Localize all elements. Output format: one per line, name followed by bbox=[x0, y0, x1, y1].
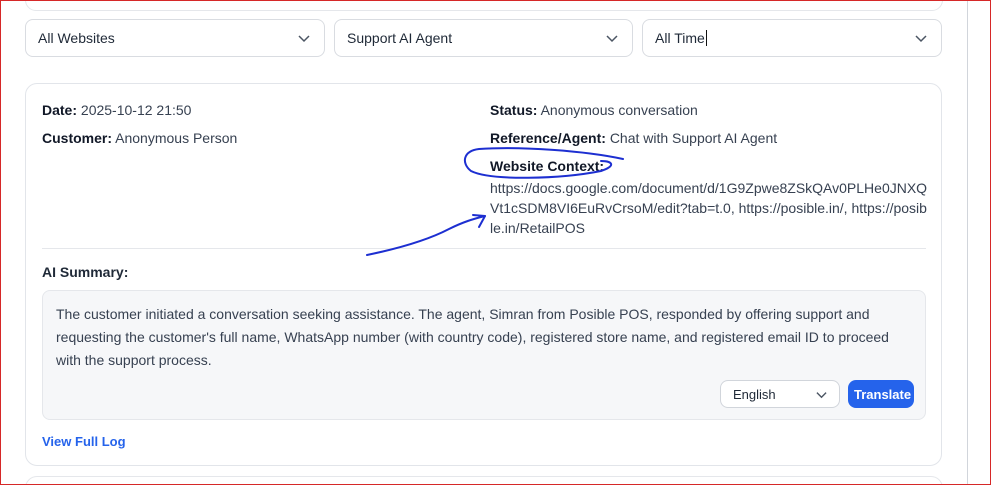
conversation-card: Date: 2025-10-12 21:50 Customer: Anonymo… bbox=[25, 83, 942, 466]
language-value: English bbox=[733, 386, 776, 402]
section-divider bbox=[42, 248, 926, 249]
customer-label: Customer: bbox=[42, 130, 113, 146]
time-filter-value: All Time bbox=[655, 30, 705, 46]
chevron-down-icon bbox=[298, 35, 310, 43]
customer-value: Anonymous Person bbox=[115, 130, 238, 146]
screenshot-frame: All Websites Support AI Agent All Time D… bbox=[0, 0, 991, 485]
status-row: Status: Anonymous conversation bbox=[490, 102, 698, 118]
website-filter-value: All Websites bbox=[38, 30, 115, 46]
ai-summary-box: The customer initiated a conversation se… bbox=[42, 290, 926, 420]
chevron-down-icon bbox=[816, 392, 827, 399]
website-context-label: Website Context: bbox=[490, 158, 605, 174]
view-full-log-link[interactable]: View Full Log bbox=[42, 434, 126, 449]
language-select[interactable]: English bbox=[720, 380, 840, 408]
website-context-row: Website Context: bbox=[490, 158, 604, 174]
reference-value: Chat with Support AI Agent bbox=[609, 130, 778, 146]
text-cursor bbox=[705, 30, 707, 46]
date-label: Date: bbox=[42, 102, 78, 118]
next-card bbox=[25, 476, 943, 484]
ai-summary-text: The customer initiated a conversation se… bbox=[56, 306, 889, 368]
website-filter-select[interactable]: All Websites bbox=[25, 19, 325, 57]
chevron-down-icon bbox=[915, 35, 927, 43]
time-filter-select[interactable]: All Time bbox=[642, 19, 942, 57]
reference-label: Reference/Agent: bbox=[490, 130, 606, 146]
status-value: Anonymous conversation bbox=[540, 102, 698, 118]
reference-row: Reference/Agent: Chat with Support AI Ag… bbox=[490, 130, 777, 146]
status-label: Status: bbox=[490, 102, 538, 118]
customer-row: Customer: Anonymous Person bbox=[42, 130, 237, 146]
agent-filter-select[interactable]: Support AI Agent bbox=[334, 19, 633, 57]
website-context-urls: https://docs.google.com/document/d/1G9Zp… bbox=[490, 180, 928, 236]
agent-filter-value: Support AI Agent bbox=[347, 30, 453, 46]
date-row: Date: 2025-10-12 21:50 bbox=[42, 102, 191, 118]
scrollbar-track bbox=[967, 1, 968, 484]
date-value: 2025-10-12 21:50 bbox=[80, 102, 192, 118]
ai-summary-label: AI Summary: bbox=[42, 264, 129, 280]
chevron-down-icon bbox=[606, 35, 618, 43]
translate-button[interactable]: Translate bbox=[848, 380, 914, 408]
previous-card bbox=[25, 1, 943, 11]
